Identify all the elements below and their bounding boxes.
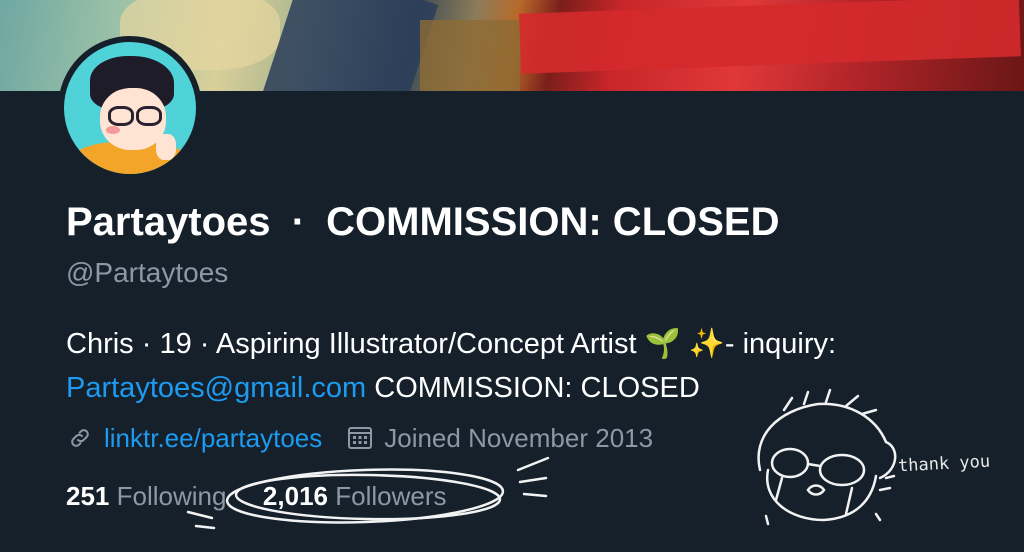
following-count: 251 [66,481,110,511]
profile-bio: Chris · 19 · Aspiring Illustrator/Concep… [66,322,1006,410]
name-suffix: COMMISSION: CLOSED [326,200,780,244]
profile-handle: @Partaytoes [66,257,229,288]
website-link[interactable]: linktr.ee/partaytoes [104,420,322,456]
name-separator: · [291,200,306,244]
follow-stats: 251 Following 2,016 Followers [66,479,446,513]
followers-label: Followers [335,481,447,511]
followers-count: 2,016 [262,481,328,511]
calendar-icon [346,424,374,452]
bio-line-2: Partaytoes@gmail.com COMMISSION: CLOSED [66,366,1006,410]
followers-stat[interactable]: 2,016 Followers [263,481,447,511]
joined-date: Joined November 2013 [384,423,654,453]
following-stat[interactable]: 251 Following [66,481,226,511]
bio-line-2-rest: COMMISSION: CLOSED [366,372,700,404]
following-label: Following [116,481,227,511]
display-name: Partaytoes [66,200,271,244]
bio-email-link[interactable]: Partaytoes@gmail.com [66,372,366,404]
bio-line-1: Chris · 19 · Aspiring Illustrator/Concep… [66,328,837,360]
link-icon [66,424,94,452]
profile-name: Partaytoes · COMMISSION: CLOSED [66,198,779,246]
avatar[interactable] [58,36,202,180]
profile-meta: linktr.ee/partaytoes Joined November 201… [66,420,653,456]
thank-you-doodle-text: thank you [897,451,991,477]
